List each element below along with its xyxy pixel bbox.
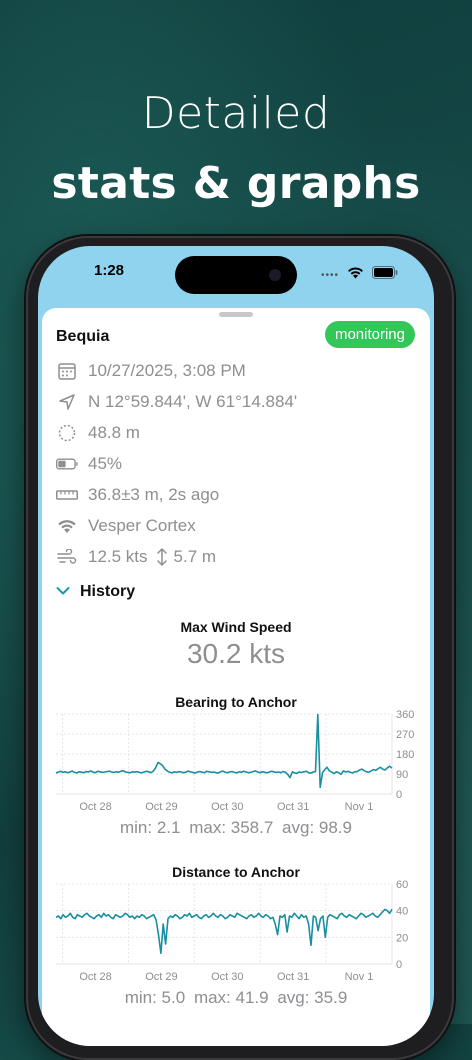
chevron-down-icon [56,583,70,601]
wifi-signal-icon [56,515,78,537]
cellular-icon: •••• [320,269,339,281]
network-text: Vesper Cortex [88,516,196,535]
battery-text: 45% [88,454,123,473]
y-tick-label: 20 [396,932,408,944]
status-time: 1:28 [94,262,125,279]
position-text: N 12°59.844', W 61°14.884' [88,392,298,411]
dynamic-island [175,256,297,294]
bearing-summary: min: 2.1 max: 358.7 avg: 98.9 [42,818,430,838]
headline-line2: stats & graphs [51,158,421,209]
distance-text: 36.8±3 m, 2s ago [88,485,220,504]
x-tick-label: Oct 28 [79,971,111,983]
battery-status-icon [372,266,398,284]
y-tick-label: 90 [396,769,408,781]
x-tick-label: Oct 28 [79,801,111,813]
distance-avg: avg: 35.9 [277,988,348,1007]
y-tick-label: 360 [396,710,414,721]
bearing-chart: 0 90 180 270 360 Oct 28 Oct 29 Oct 30 Oct 31 Nov … [55,710,414,813]
detail-sheet: Bequia monitoring 10/27/2025, 3:08 PM N … [42,308,430,1046]
x-tick-label: Oct 31 [277,971,309,983]
wind-icon [56,546,78,568]
distance-row: 36.8±3 m, 2s ago [56,484,219,506]
x-tick-label: Oct 29 [145,801,177,813]
series-line [55,713,393,789]
network-row: Vesper Cortex [56,515,196,537]
bearing-min: min: 2.1 [119,818,181,837]
datetime-text: 10/27/2025, 3:08 PM [88,361,246,380]
ruler-icon [56,484,78,506]
history-label: History [80,583,136,600]
wind-depth-row: 12.5 kts 5.7 m [56,546,216,568]
depth-text: 5.7 m [173,547,217,566]
x-tick-label: Nov 1 [345,801,374,813]
y-tick-label: 270 [396,729,414,741]
bearing-avg: avg: 98.9 [282,818,352,837]
vessel-name: Bequia [56,328,110,345]
distance-min: min: 5.0 [124,988,186,1007]
battery-row: 45% [56,453,122,475]
y-tick-label: 0 [396,959,402,971]
y-tick-label: 0 [396,789,402,801]
sheet-grabber[interactable] [219,312,253,317]
distance-summary: min: 5.0 max: 41.9 avg: 35.9 [42,988,430,1008]
chart-title: Bearing to Anchor [175,694,297,710]
status-bar: 1:28 •••• [38,246,434,310]
calendar-icon [56,360,78,382]
max-wind-value: 30.2 kts [186,638,286,669]
x-tick-label: Oct 31 [277,801,309,813]
distance-chart: 0 20 40 60 Oct 28 Oct 29 Oct 30 Oct 31 Nov 1 [55,880,408,983]
x-tick-label: Oct 29 [145,971,177,983]
x-tick-label: Nov 1 [345,971,374,983]
y-tick-label: 60 [396,880,408,891]
battery-icon [56,453,78,475]
depth-arrow-icon [156,548,168,566]
y-tick-label: 40 [396,906,408,918]
x-tick-label: Oct 30 [211,971,243,983]
dashed-circle-icon [56,422,78,444]
series-line [55,908,393,955]
position-row: N 12°59.844', W 61°14.884' [56,391,297,413]
radius-text: 48.8 m [88,423,140,442]
max-wind-label: Max Wind Speed [180,619,292,635]
phone-screen: 1:28 •••• Bequia monitoring 10/27/2025, … [38,246,434,1046]
y-tick-label: 180 [396,749,414,761]
status-badge: monitoring [324,321,415,348]
radius-row: 48.8 m [56,422,140,444]
bearing-max: max: 358.7 [189,818,274,837]
history-toggle[interactable]: History [56,583,135,601]
location-arrow-icon [56,391,78,413]
distance-max: max: 41.9 [193,988,269,1007]
x-tick-label: Oct 30 [211,801,243,813]
wind-text: 12.5 kts [88,547,148,566]
wifi-icon [347,266,364,284]
datetime-row: 10/27/2025, 3:08 PM [56,360,246,382]
headline-line1: Detailed [141,88,331,139]
chart-title: Distance to Anchor [172,864,300,880]
